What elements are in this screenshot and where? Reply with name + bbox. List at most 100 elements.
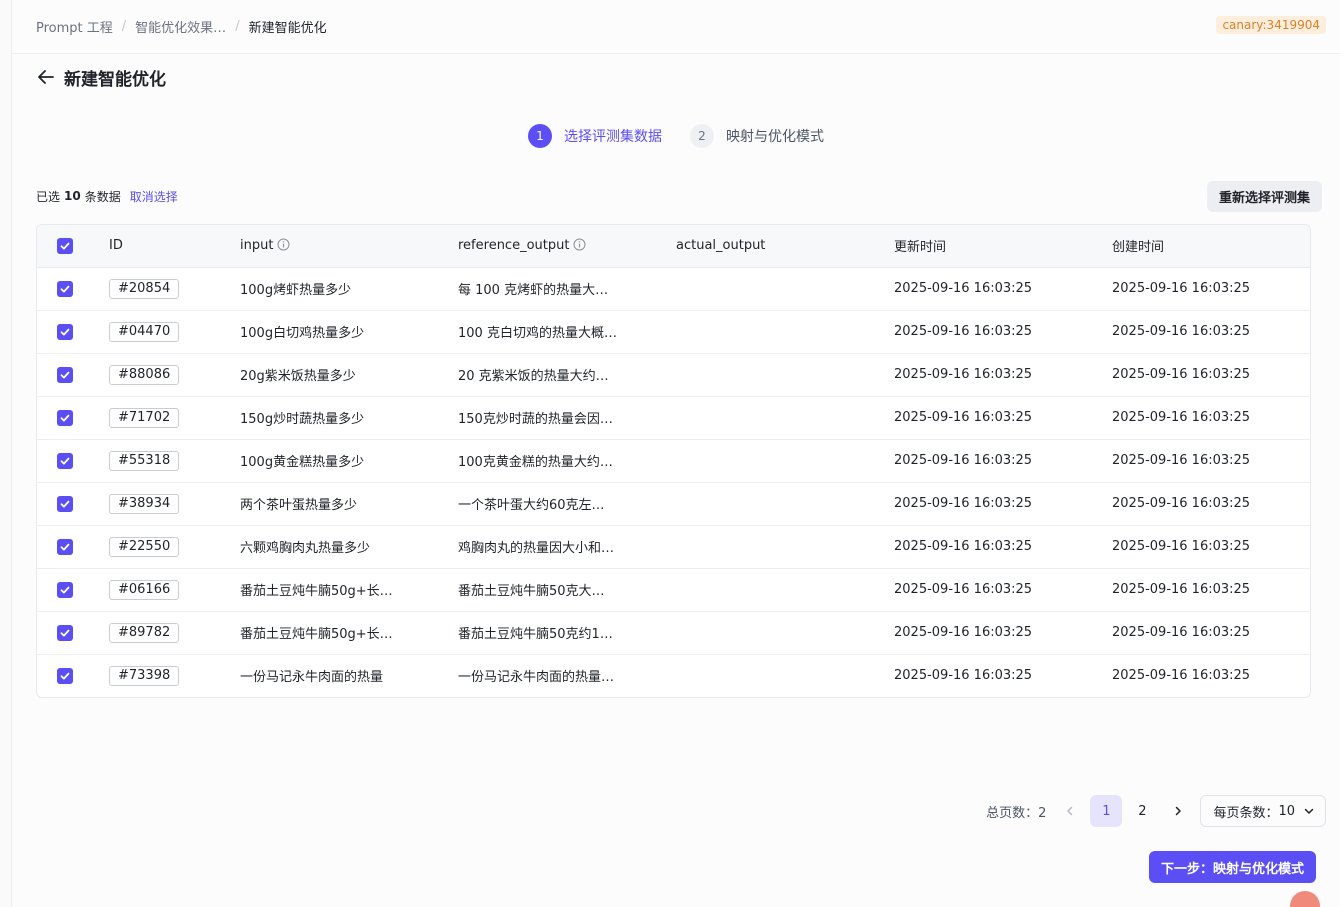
row-checkbox[interactable] <box>57 538 73 555</box>
page-size-value: 10 <box>1278 803 1295 819</box>
next-step-button[interactable]: 下一步：映射与优化模式 <box>1148 851 1316 883</box>
input-cell: 150g炒时蔬热量多少 <box>240 396 458 440</box>
table-row[interactable]: #71702 150g炒时蔬热量多少 150克炒时蔬的热量会因… 2025-09-16… <box>37 396 1310 440</box>
chevron-down-icon <box>1303 805 1315 817</box>
column-header-created-at: 创建时间 <box>1112 225 1310 268</box>
input-cell: 一份马记永牛肉面的热量 <box>240 670 384 686</box>
id-cell: #55318 <box>109 439 240 483</box>
column-header-actual-output: actual_output <box>676 225 894 268</box>
reference-output-cell: 番茄土豆炖牛腩50克约1… <box>458 611 676 655</box>
data-table: ID input reference_output actual_output … <box>36 224 1311 698</box>
id-tag: #20854 <box>109 278 180 299</box>
page-button-1[interactable]: 1 <box>1090 795 1123 827</box>
info-icon[interactable] <box>573 238 586 251</box>
table-row[interactable]: #89782 番茄土豆炖牛腩50g+长… 番茄土豆炖牛腩50克约1… 2025-09-… <box>37 611 1310 655</box>
row-checkbox[interactable] <box>57 366 73 383</box>
reference-output-cell: 100 克白切鸡的热量大概… <box>458 310 676 354</box>
page-title: 新建智能优化 <box>64 69 166 90</box>
selection-count: 10 <box>64 189 81 203</box>
actual-output-cell <box>676 482 894 526</box>
id-cell: #04470 <box>109 310 240 354</box>
reference-output-cell: 每 100 克烤虾的热量大… <box>458 267 676 311</box>
page-size-select[interactable]: 每页条数： 10 <box>1200 795 1326 827</box>
row-checkbox[interactable] <box>57 409 73 426</box>
row-checkbox[interactable] <box>57 581 73 598</box>
id-tag: #38934 <box>109 493 180 514</box>
column-header-input: input <box>240 225 458 268</box>
arrow-left-icon[interactable] <box>36 67 56 87</box>
created-at-cell: 2025-09-16 16:03:25 <box>1112 310 1310 354</box>
breadcrumb-item-optimize-results[interactable]: 智能优化效果… <box>135 17 226 36</box>
id-tag: #88086 <box>109 364 180 385</box>
chevron-left-icon[interactable] <box>1058 795 1082 827</box>
page-size-label: 每页条数： <box>1213 805 1279 821</box>
stepper: 1 选择评测集数据 2 映射与优化模式 <box>528 124 852 148</box>
page-button-2[interactable]: 2 <box>1126 795 1158 827</box>
table-row[interactable]: #55318 100g黄金糕热量多少 100克黄金糕的热量大约… 2025-09-16… <box>37 439 1310 483</box>
step-select-dataset[interactable]: 1 选择评测集数据 <box>528 124 662 148</box>
input-cell: 番茄土豆炖牛腩50g+长… <box>240 568 458 612</box>
input-cell: 100g黄金糕热量多少 <box>240 439 458 483</box>
row-checkbox[interactable] <box>57 667 73 684</box>
updated-at-cell: 2025-09-16 16:03:25 <box>894 568 1112 612</box>
info-icon[interactable] <box>277 238 290 251</box>
id-tag: #71702 <box>109 407 180 428</box>
assistant-avatar[interactable] <box>1290 891 1320 907</box>
row-select-cell <box>37 439 109 483</box>
table-row[interactable]: #73398 一份马记永牛肉面的热量 一份马记永牛肉面的热量… 2025-09-16 … <box>37 654 1310 697</box>
select-all-checkbox[interactable] <box>57 237 73 254</box>
id-tag: #22550 <box>109 536 180 557</box>
created-at-cell: 2025-09-16 16:03:25 <box>1112 668 1251 684</box>
row-select-cell <box>37 310 109 354</box>
actual-output-cell <box>676 310 894 354</box>
reference-output-cell: 番茄土豆炖牛腩50克大… <box>458 568 676 612</box>
id-cell: #06166 <box>109 568 240 612</box>
row-checkbox[interactable] <box>57 280 73 297</box>
actual-output-cell <box>676 568 894 612</box>
input-cell: 100g白切鸡热量多少 <box>240 310 458 354</box>
row-checkbox[interactable] <box>57 624 73 641</box>
selection-prefix: 已选 <box>36 189 61 204</box>
id-cell: #89782 <box>109 611 240 655</box>
table-row[interactable]: #20854 100g烤虾热量多少每 100 克烤虾的热量大… 2025-09-16… <box>37 267 1310 311</box>
input-cell: 番茄土豆炖牛腩50g+长… <box>240 611 458 655</box>
row-select-cell <box>37 482 109 526</box>
reselect-dataset-button[interactable]: 重新选择评测集 <box>1206 181 1322 212</box>
id-cell: #71702 <box>109 396 240 440</box>
table-row[interactable]: #88086 20g紫米饭热量多少 20 克紫米饭的热量大约… 2025-09-16 … <box>37 353 1310 397</box>
input-cell: 两个茶叶蛋热量多少 <box>240 482 458 526</box>
row-checkbox[interactable] <box>57 452 73 469</box>
updated-at-cell: 2025-09-16 16:03:25 <box>894 668 1033 684</box>
created-at-cell: 2025-09-16 16:03:25 <box>1112 525 1310 569</box>
breadcrumb-item-current: 新建智能优化 <box>248 21 327 36</box>
actual-output-cell <box>676 439 894 483</box>
created-at-cell: 2025-09-16 16:03:25 <box>1112 396 1310 440</box>
table-row[interactable]: #06166 番茄土豆炖牛腩50g+长… 番茄土豆炖牛腩50克大… 2025-09-1… <box>37 568 1310 612</box>
row-checkbox[interactable] <box>57 323 73 340</box>
main-frame: Prompt 工程 / 智能优化效果… / 新建智能优化 canary:3419… <box>11 0 1340 907</box>
select-all-cell <box>37 225 109 268</box>
step-mapping-mode[interactable]: 2 映射与优化模式 <box>690 124 824 148</box>
reference-output-cell: 150克炒时蔬的热量会因… <box>458 396 676 440</box>
table-row[interactable]: #04470 100g白切鸡热量多少 100 克白切鸡的热量大概… 2025-09-1… <box>37 310 1310 354</box>
updated-at-cell: 2025-09-16 16:03:25 <box>894 353 1112 397</box>
actual-output-cell <box>676 353 894 397</box>
table-row[interactable]: #22550 六颗鸡胸肉丸热量多少 鸡胸肉丸的热量因大小和… 2025-09-16 1… <box>37 525 1310 569</box>
breadcrumb-separator: / <box>121 19 127 34</box>
breadcrumb-item-prompt[interactable]: Prompt 工程 <box>36 17 113 36</box>
row-checkbox[interactable] <box>57 495 73 512</box>
row-select-cell <box>37 353 109 397</box>
selection-suffix: 条数据 <box>84 189 121 204</box>
id-tag: #06166 <box>109 579 180 600</box>
row-select-cell <box>37 396 109 440</box>
created-at-cell: 2025-09-16 16:03:25 <box>1112 267 1310 311</box>
actual-output-cell <box>676 525 894 569</box>
row-select-cell <box>37 611 109 655</box>
reference-output-cell: 鸡胸肉丸的热量因大小和… <box>458 525 676 569</box>
id-cell: #88086 <box>109 353 240 397</box>
row-select-cell <box>37 267 109 311</box>
chevron-right-icon[interactable] <box>1166 795 1190 827</box>
breadcrumb-separator: / <box>235 19 240 34</box>
cancel-selection-link[interactable]: 取消选择 <box>130 188 178 205</box>
table-row[interactable]: #38934 两个茶叶蛋热量多少 一个茶叶蛋大约60克左… 2025-09-16 16… <box>37 482 1310 526</box>
